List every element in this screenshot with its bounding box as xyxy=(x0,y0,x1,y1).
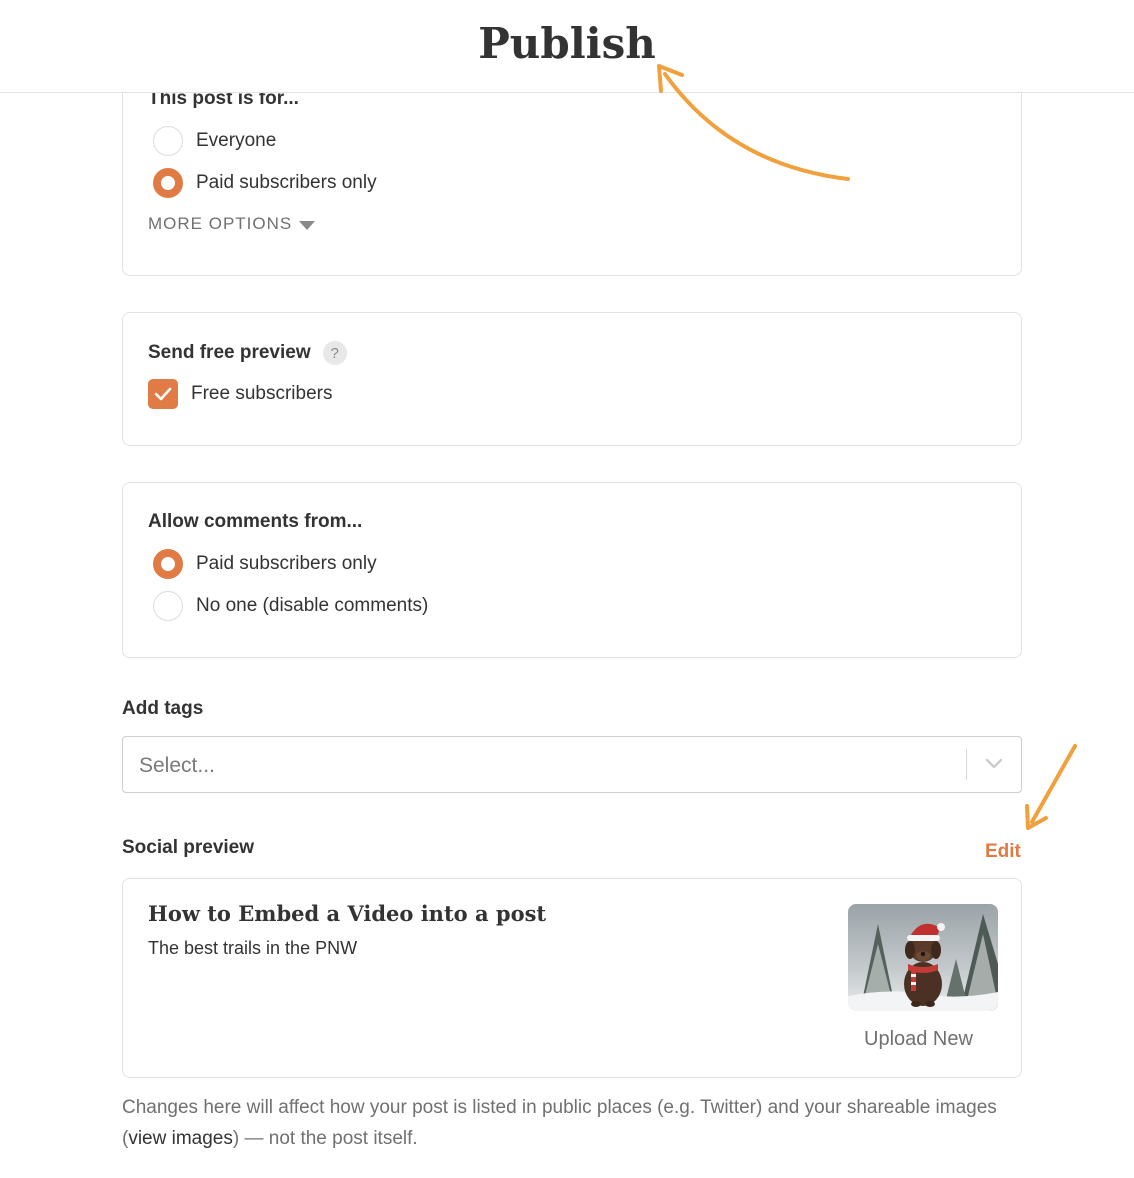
help-icon[interactable]: ? xyxy=(322,341,347,365)
dog-in-snow-image xyxy=(848,904,998,1011)
more-options-label: MORE OPTIONS xyxy=(148,214,293,233)
preview-post-subtitle: The best trails in the PNW xyxy=(148,938,358,958)
audience-option-everyone[interactable]: Everyone xyxy=(153,126,276,156)
caret-down-icon xyxy=(299,220,316,230)
comments-card: Allow comments from... Paid subscribers … xyxy=(122,482,1022,658)
note-text-after: ) — not the post itself. xyxy=(232,1128,418,1149)
view-images-link[interactable]: view images xyxy=(128,1128,233,1149)
social-preview-card: How to Embed a Video into a post The bes… xyxy=(122,878,1022,1078)
option-label: No one (disable comments) xyxy=(196,595,429,616)
page-title: Publish xyxy=(478,19,656,68)
upload-new-button[interactable]: Upload New xyxy=(864,1028,973,1051)
preview-thumbnail-image xyxy=(848,904,998,1011)
tags-select-placeholder: Select... xyxy=(139,754,215,777)
checkbox-checked[interactable] xyxy=(148,379,178,409)
audience-option-paid[interactable]: Paid subscribers only xyxy=(153,168,377,198)
free-preview-title-text: Send free preview xyxy=(148,342,311,364)
social-preview-note: Changes here will affect how your post i… xyxy=(122,1092,1022,1154)
option-label: Everyone xyxy=(196,130,277,151)
free-preview-card: Send free preview? Free subscribers xyxy=(122,312,1022,446)
tags-select[interactable]: Select... xyxy=(122,736,1022,793)
comments-option-none[interactable]: No one (disable comments) xyxy=(153,591,428,621)
social-preview-label: Social preview xyxy=(122,837,255,858)
option-label: Paid subscribers only xyxy=(196,172,377,193)
checkbox-label: Free subscribers xyxy=(191,383,333,404)
comments-option-paid[interactable]: Paid subscribers only xyxy=(153,549,377,579)
arrow-to-edit-icon xyxy=(1025,744,1077,830)
free-preview-title: Send free preview? xyxy=(148,341,347,365)
edit-social-preview-link[interactable]: Edit xyxy=(985,841,1021,863)
chevron-down-icon[interactable] xyxy=(984,757,1004,771)
checkmark-icon xyxy=(154,387,172,401)
option-label: Paid subscribers only xyxy=(196,553,377,574)
free-subscribers-checkbox[interactable]: Free subscribers xyxy=(148,379,333,409)
radio-button-selected[interactable] xyxy=(153,168,183,198)
radio-button-selected[interactable] xyxy=(153,549,183,579)
radio-button[interactable] xyxy=(153,126,183,156)
add-tags-label: Add tags xyxy=(122,698,204,719)
radio-button[interactable] xyxy=(153,591,183,621)
select-separator xyxy=(966,749,967,780)
preview-post-title: How to Embed a Video into a post xyxy=(148,901,547,926)
comments-title: Allow comments from... xyxy=(148,511,363,532)
page-header: Publish xyxy=(0,0,1134,93)
more-options-toggle[interactable]: MORE OPTIONS xyxy=(148,214,316,234)
